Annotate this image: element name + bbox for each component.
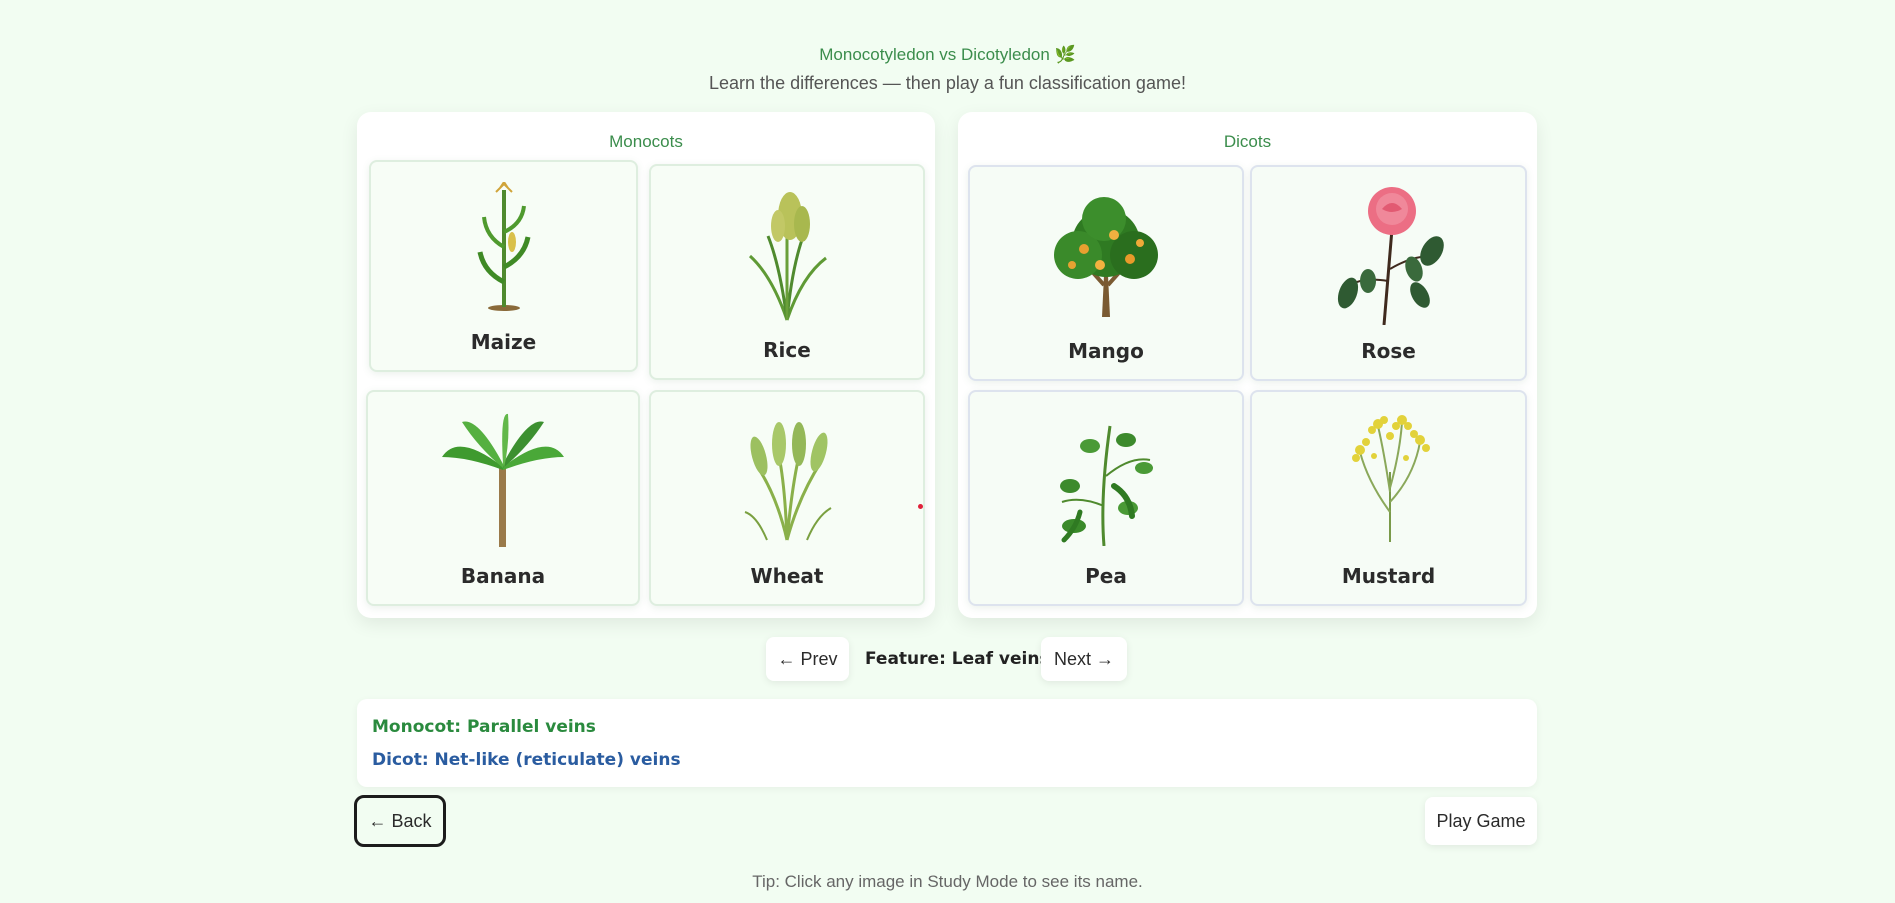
card-banana[interactable]: Banana <box>366 390 640 606</box>
card-maize[interactable]: Maize <box>369 160 638 372</box>
page-title: Monocotyledon vs Dicotyledon 🌿 <box>819 45 1076 64</box>
rice-plant-icon <box>651 186 923 326</box>
banana-plant-icon <box>368 412 638 552</box>
tip-text: Tip: Click any image in Study Mode to se… <box>752 872 1143 891</box>
card-label: Banana <box>460 564 546 588</box>
dicot-key: Dicot: <box>372 750 429 770</box>
card-label: Mango <box>1068 339 1144 363</box>
monocots-panel: Monocots Maize Rice Banana Wheat <box>357 112 935 618</box>
dicots-panel: Dicots Mango Rose Pea Mustard <box>958 112 1537 618</box>
dicot-value: Net-like (reticulate) veins <box>434 750 681 770</box>
card-label: Wheat <box>750 564 824 588</box>
mango-tree-icon <box>970 195 1242 322</box>
feature-info-box: Monocot: Parallel veins Dicot: Net-like … <box>357 699 1537 787</box>
card-label: Rice <box>763 338 811 362</box>
mustard-plant-icon <box>1252 412 1525 547</box>
play-game-button[interactable]: Play Game <box>1425 797 1537 845</box>
card-label: Rose <box>1361 339 1416 363</box>
monocots-title: Monocots <box>609 132 683 151</box>
card-mango[interactable]: Mango <box>968 165 1244 381</box>
feature-label: Feature: Leaf veins <box>865 649 1050 669</box>
maize-plant-icon <box>371 182 636 317</box>
card-rose[interactable]: Rose <box>1250 165 1527 381</box>
rose-flower-icon <box>1252 185 1525 330</box>
dicots-title: Dicots <box>1223 132 1272 151</box>
dicot-info: Dicot: Net-like (reticulate) veins <box>372 750 681 770</box>
card-rice[interactable]: Rice <box>649 164 925 380</box>
back-button[interactable]: ← Back <box>354 795 446 847</box>
wheat-plant-icon <box>651 416 923 546</box>
card-label: Maize <box>470 330 537 354</box>
page-subtitle: Learn the differences — then play a fun … <box>709 73 1186 93</box>
next-button[interactable]: Next → <box>1041 637 1127 681</box>
card-label: Pea <box>1085 564 1127 588</box>
cursor-marker <box>918 504 923 509</box>
card-pea[interactable]: Pea <box>968 390 1244 606</box>
monocot-value: Parallel veins <box>466 717 596 737</box>
prev-button[interactable]: ← Prev <box>766 637 849 681</box>
monocot-info: Monocot: Parallel veins <box>372 717 596 737</box>
monocot-key: Monocot: <box>372 717 462 737</box>
card-mustard[interactable]: Mustard <box>1250 390 1527 606</box>
feature-nav: ← Prev Feature: Leaf veins Next → <box>0 637 1895 681</box>
pea-plant-icon <box>970 416 1242 551</box>
card-label: Mustard <box>1341 564 1436 588</box>
card-wheat[interactable]: Wheat <box>649 390 925 606</box>
